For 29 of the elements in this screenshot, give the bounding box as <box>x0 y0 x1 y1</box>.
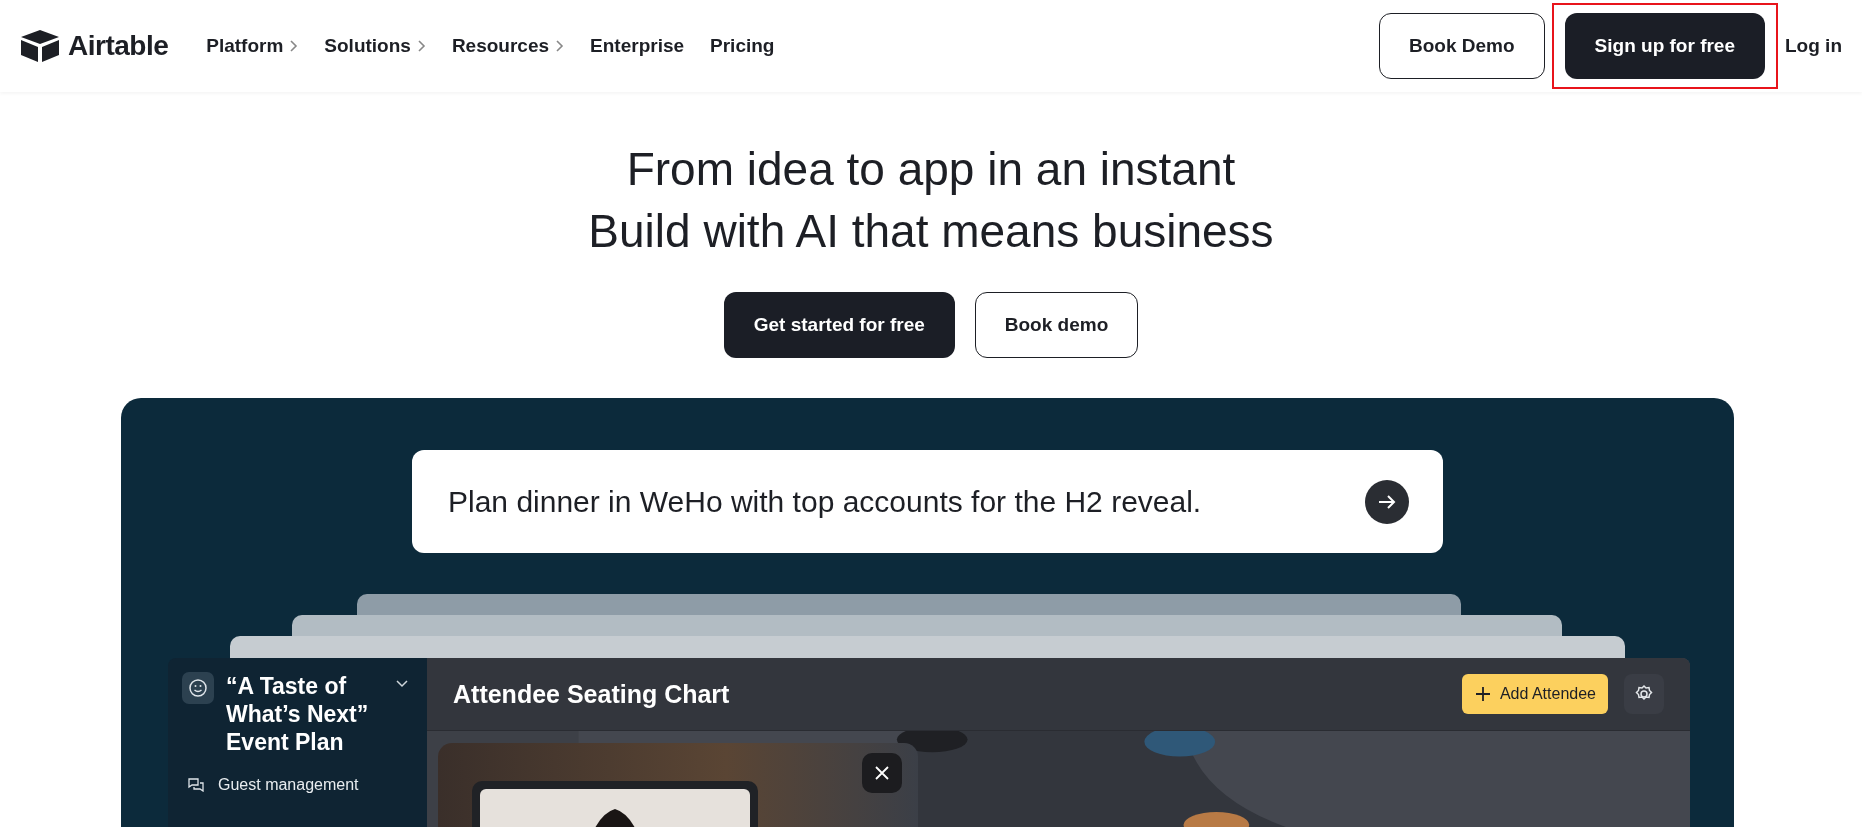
plus-icon <box>1473 685 1492 703</box>
base-title: “A Taste of What’s Next” Event Plan <box>226 672 370 756</box>
logo-icon[interactable] <box>20 29 60 63</box>
smiley-icon <box>182 672 214 704</box>
add-attendee-button[interactable]: Add Attendee <box>1461 674 1608 714</box>
prompt-field[interactable]: Plan dinner in WeHo with top accounts for the H2 reveal. <box>412 450 1443 553</box>
page-title: Attendee Seating Chart <box>453 679 731 709</box>
get-started-button[interactable]: Get started for free <box>723 292 955 358</box>
demo-button[interactable]: Book Demo <box>1379 13 1545 79</box>
signup-button[interactable]: Sign up for free <box>1564 13 1765 79</box>
nav-link[interactable]: Platform <box>206 35 299 57</box>
chevron-right-icon <box>555 40 565 52</box>
arrow-right-icon[interactable] <box>1365 479 1409 524</box>
settings-button[interactable] <box>1624 674 1664 714</box>
nav-link[interactable]: Pricing <box>710 35 775 57</box>
chat-icon <box>188 778 204 792</box>
chevron-right-icon <box>289 40 299 52</box>
demo-button[interactable]: Book demo <box>974 292 1139 358</box>
login-link[interactable]: Log in <box>1785 13 1842 79</box>
chevron-down-icon[interactable] <box>396 680 408 688</box>
brand-name[interactable]: Airtable <box>68 30 169 62</box>
hero-heading: Build with AI that means business <box>588 204 1274 259</box>
prompt-text: Plan dinner in WeHo with top accounts for the H2 reveal. <box>448 484 1202 519</box>
nav-link[interactable]: Enterprise <box>590 35 685 57</box>
hero-heading: From idea to app in an instant <box>626 142 1236 197</box>
nav-link[interactable]: Solutions <box>324 35 426 57</box>
nav-link[interactable]: Resources <box>451 35 565 57</box>
chevron-right-icon <box>416 40 426 52</box>
sidebar-item[interactable]: Guest management <box>182 776 413 794</box>
